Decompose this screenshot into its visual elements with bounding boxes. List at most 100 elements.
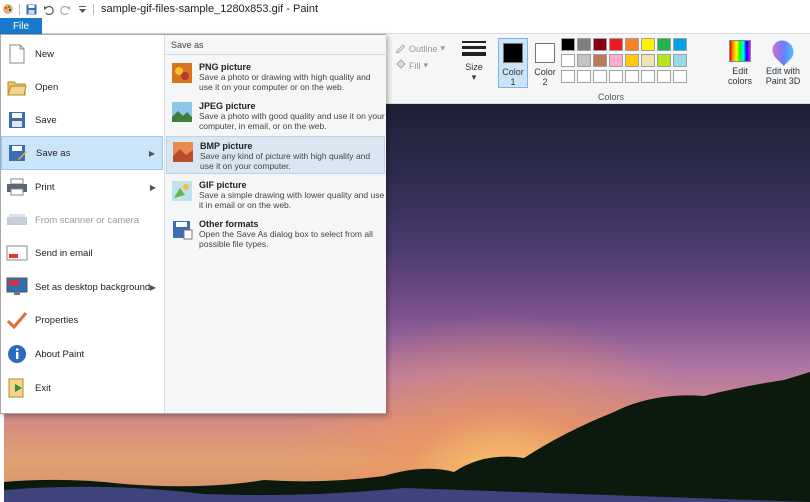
save-as-jpeg[interactable]: JPEG picture Save a photo with good qual… [166,97,385,135]
menu-item-scanner: From scanner or camera [1,203,163,237]
bmp-icon [172,141,194,163]
menu-item-about[interactable]: About Paint [1,337,163,371]
palette-color-swatch[interactable] [673,54,687,67]
file-tab[interactable]: File [0,18,42,34]
edit-paint3d-button[interactable]: Edit with Paint 3D [763,36,803,86]
size-button[interactable]: Size ▾ [458,38,490,83]
save-as-option-title: Other formats [199,219,259,229]
save-as-gif[interactable]: GIF picture Save a simple drawing with l… [166,176,385,214]
chevron-down-icon: ▾ [440,43,446,53]
palette-color-swatch[interactable] [625,70,639,83]
jpeg-icon [171,101,193,123]
menu-item-label: Save [35,114,57,126]
size-lines-icon [458,41,490,56]
menu-item-desktop-background[interactable]: Set as desktop background ▶ [1,270,163,304]
save-icon[interactable] [25,3,37,15]
palette-color-swatch[interactable] [593,38,607,51]
outline-button[interactable]: Outline ▾ [395,40,455,57]
menu-item-exit[interactable]: Exit [1,371,163,405]
save-as-option-title: GIF picture [199,180,247,190]
edit-colors-button[interactable]: Edit colors [724,40,756,86]
save-as-panel: Save as PNG picture Save a photo or draw… [164,35,387,413]
menu-item-label: From scanner or camera [35,214,140,226]
chevron-down-icon: ▾ [471,72,477,82]
palette-color-swatch[interactable] [593,54,607,67]
save-as-other-formats[interactable]: Other formats Open the Save As dialog bo… [166,215,385,253]
palette-color-swatch[interactable] [577,54,591,67]
save-as-option-desc: Save a simple drawing with lower quality… [199,190,385,210]
palette-color-swatch[interactable] [641,54,655,67]
window-title: sample-gif-files-sample_1280x853.gif - P… [101,3,319,15]
file-menu-commands: New Open Save Save as ▶ Print ▶ From sca… [1,35,164,413]
save-as-option-desc: Save a photo or drawing with high qualit… [199,72,371,92]
menu-item-label: Send in email [35,247,93,259]
save-as-png[interactable]: PNG picture Save a photo or drawing with… [166,58,385,96]
redo-icon[interactable] [59,3,71,15]
printer-icon [6,176,28,198]
pencil-icon [395,42,406,55]
menu-item-new[interactable]: New [1,37,163,71]
chevron-down-icon: ▾ [423,60,429,70]
color1-label: Color 1 [502,67,524,87]
bucket-icon [395,59,406,72]
palette-color-swatch[interactable] [625,38,639,51]
menu-item-open[interactable]: Open [1,70,163,104]
menu-item-save-as[interactable]: Save as ▶ [1,136,163,170]
ribbon-tabs: File [0,18,810,34]
chevron-right-icon: ▶ [148,148,155,158]
palette-color-swatch[interactable] [593,70,607,83]
palette-color-swatch[interactable] [561,38,575,51]
undo-icon[interactable] [42,3,54,15]
menu-item-save[interactable]: Save [1,103,163,137]
customize-icon[interactable] [76,3,88,15]
paint-app-icon[interactable] [2,3,14,15]
info-icon [6,343,28,365]
palette-color-swatch[interactable] [641,70,655,83]
save-as-header: Save as [165,35,387,55]
menu-item-label: Print [35,181,55,193]
palette-color-swatch[interactable] [657,54,671,67]
palette-color-swatch[interactable] [673,70,687,83]
color1-button[interactable]: Color 1 [498,38,528,88]
palette-color-swatch[interactable] [625,54,639,67]
palette-color-swatch[interactable] [673,38,687,51]
palette-color-swatch[interactable] [561,70,575,83]
paint3d-icon [768,36,798,66]
palette-color-swatch[interactable] [577,38,591,51]
palette-color-swatch[interactable] [609,54,623,67]
menu-item-properties[interactable]: Properties [1,303,163,337]
fill-label: Fill [409,60,421,71]
save-as-option-title: PNG picture [199,62,252,72]
fill-button[interactable]: Fill ▾ [395,57,455,74]
palette-color-swatch[interactable] [561,54,575,67]
chevron-right-icon: ▶ [149,182,156,192]
menu-item-label: New [35,48,55,60]
menu-item-label: Properties [35,314,79,326]
email-icon [6,242,28,264]
palette-color-swatch[interactable] [609,70,623,83]
palette-color-swatch[interactable] [609,38,623,51]
save-as-bmp[interactable]: BMP picture Save any kind of picture wit… [166,136,385,174]
new-file-icon [6,43,28,65]
palette-color-swatch[interactable] [577,70,591,83]
menu-item-label: Exit [35,382,51,394]
edit-colors-label: Edit colors [727,66,752,86]
title-bar: sample-gif-files-sample_1280x853.gif - P… [0,0,810,18]
menu-item-print[interactable]: Print ▶ [1,170,163,204]
exit-icon [6,377,28,399]
color2-button[interactable]: Color 2 [530,38,560,87]
shape-tools: Outline ▾ Fill ▾ [395,40,455,74]
color1-swatch [503,43,523,63]
menu-item-label: Set as desktop background [35,281,151,293]
menu-item-send-email[interactable]: Send in email [1,236,163,270]
color2-label: Color 2 [534,67,556,87]
separator [19,3,20,15]
palette-color-swatch[interactable] [657,70,671,83]
save-as-option-title: BMP picture [200,141,253,151]
palette-color-swatch[interactable] [641,38,655,51]
save-as-icon [7,142,29,164]
palette-color-swatch[interactable] [657,38,671,51]
rainbow-icon [729,40,751,62]
save-as-option-desc: Save a photo with good quality and use i… [199,111,385,131]
menu-item-label: Save as [36,147,71,159]
